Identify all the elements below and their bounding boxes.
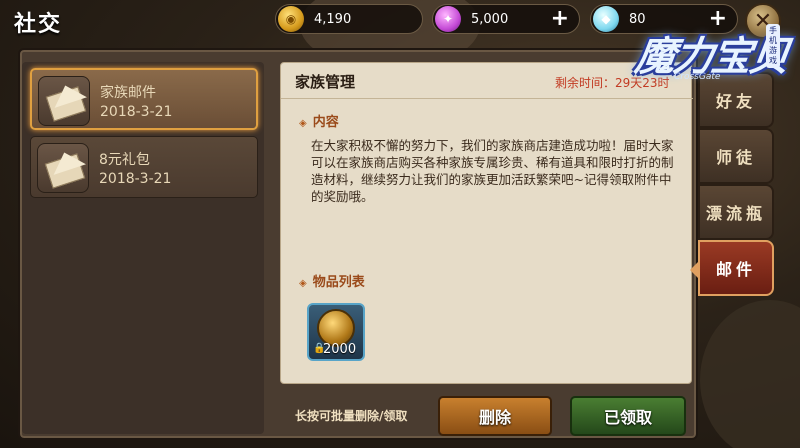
- mail-item-family[interactable]: 家族邮件 2018-3-21: [30, 68, 258, 130]
- mail-title: 家族邮件: [100, 85, 156, 101]
- attachment-item[interactable]: 🔒 2000: [307, 303, 365, 361]
- items-section-label: 物品列表: [299, 271, 365, 290]
- purple-gem-icon: ✦: [435, 6, 461, 32]
- envelope-icon: [38, 76, 90, 126]
- delete-button[interactable]: 删除: [438, 396, 552, 436]
- mail-content: 在大家积极不懈的努力下，我们的家族商店建造成功啦！届时大家可以在家族商店购买各种…: [311, 138, 674, 204]
- gem-resource[interactable]: ✦ 5,000 +: [432, 4, 580, 34]
- content-section-label: 内容: [299, 111, 339, 130]
- tab-mail-label: 邮件: [715, 260, 756, 279]
- tab-mail[interactable]: 邮件: [690, 240, 774, 296]
- background-rock: [700, 300, 800, 448]
- game-logo: 魔力宝贝 CrossGate 手机游戏: [630, 22, 791, 102]
- mail-date: 2018-3-21: [99, 171, 172, 187]
- claimed-button[interactable]: 已领取: [570, 396, 686, 436]
- active-tab-arrow-icon: [690, 260, 700, 280]
- gold-coin-icon: ◉: [278, 6, 304, 32]
- mail-date: 2018-3-21: [100, 104, 173, 120]
- tab-bottle[interactable]: 漂流瓶: [698, 184, 774, 240]
- envelope-icon: [37, 143, 89, 193]
- mail-item-gift[interactable]: 8元礼包 2018-3-21: [30, 136, 258, 198]
- batch-hint: 长按可批量删除/领取: [295, 409, 408, 423]
- gold-value: 4,190: [314, 11, 352, 27]
- detail-title: 家族管理: [295, 73, 356, 91]
- logo-side-text: 手机游戏: [766, 24, 780, 68]
- diamond-icon: ◆: [593, 6, 619, 32]
- gem-value: 5,000: [471, 11, 509, 27]
- item-count: 2000: [323, 342, 357, 357]
- gold-resource[interactable]: ◉ 4,190: [275, 4, 423, 34]
- mail-detail: 家族管理 剩余时间：29天23时 内容 在大家积极不懈的努力下，我们的家族商店建…: [280, 62, 693, 384]
- add-gem-button[interactable]: +: [551, 7, 569, 31]
- window-title: 社交: [14, 12, 63, 37]
- logo-subtitle: CrossGate: [674, 72, 721, 82]
- mail-title: 8元礼包: [99, 152, 150, 168]
- tab-mentor[interactable]: 师徒: [698, 128, 774, 184]
